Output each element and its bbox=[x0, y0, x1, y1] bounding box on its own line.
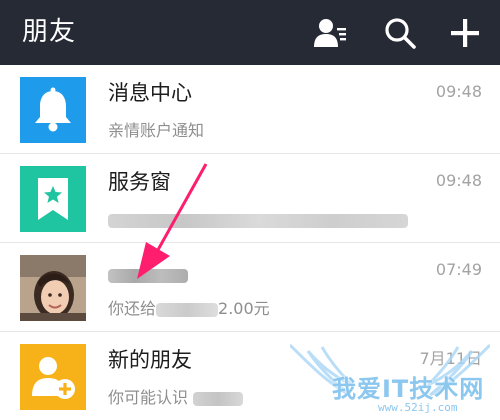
conversation-name: 消息中心 bbox=[108, 81, 192, 105]
add-friend-icon bbox=[20, 344, 86, 410]
bell-icon bbox=[20, 77, 86, 143]
conversation-preview: 亲情账户通知 bbox=[108, 121, 205, 140]
conversation-time: 7月11日 bbox=[419, 349, 482, 368]
list-item-friend[interactable]: 07:49 你还给 2.00元 bbox=[0, 243, 500, 332]
conversation-time: 09:48 bbox=[435, 171, 482, 190]
conversation-time: 09:48 bbox=[435, 82, 482, 101]
blurred-amount bbox=[156, 302, 219, 317]
avatar bbox=[20, 255, 86, 321]
list-item-new-friends[interactable]: 新的朋友 7月11日 你可能认识 bbox=[0, 332, 500, 420]
top-navigation-bar: 朋友 bbox=[0, 0, 500, 65]
contacts-icon[interactable] bbox=[313, 16, 347, 50]
list-item-message-center[interactable]: 消息中心 09:48 亲情账户通知 bbox=[0, 65, 500, 154]
preview-prefix: 你还给 bbox=[108, 299, 157, 318]
preview-suffix: 2.00元 bbox=[218, 299, 270, 318]
blurred-preview bbox=[108, 213, 408, 228]
conversation-list: 消息中心 09:48 亲情账户通知 服务窗 09:48 07:49 你还给 2.… bbox=[0, 65, 500, 420]
page-title: 朋友 bbox=[22, 17, 77, 47]
conversation-time: 07:49 bbox=[435, 260, 482, 279]
conversation-name bbox=[108, 256, 188, 286]
conversation-name: 新的朋友 bbox=[108, 348, 192, 372]
blurred-preview bbox=[193, 391, 244, 406]
list-item-service-window[interactable]: 服务窗 09:48 bbox=[0, 154, 500, 243]
conversation-name: 服务窗 bbox=[108, 170, 171, 194]
conversation-preview: 你可能认识 bbox=[108, 387, 244, 409]
star-bookmark-icon bbox=[20, 166, 86, 232]
conversation-preview bbox=[108, 209, 408, 231]
plus-icon[interactable] bbox=[448, 16, 482, 50]
preview-text: 你可能认识 bbox=[108, 388, 189, 407]
conversation-preview: 你还给 2.00元 bbox=[108, 298, 270, 320]
search-icon[interactable] bbox=[383, 16, 417, 50]
blurred-name bbox=[108, 269, 188, 283]
